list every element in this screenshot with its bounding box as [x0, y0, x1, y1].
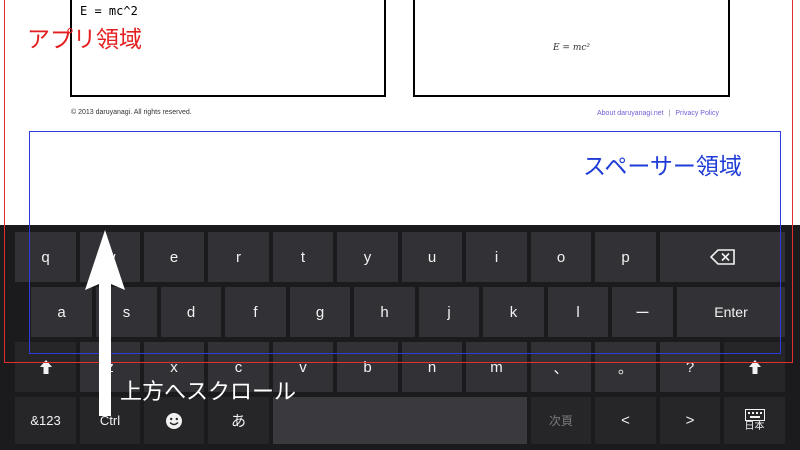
app-area-label: アプリ領域 — [27, 26, 142, 52]
numbers-symbols-key[interactable]: &123 — [15, 397, 76, 444]
spacer-area-label: スペーサー領域 — [583, 153, 742, 179]
left-arrow-key[interactable]: < — [595, 397, 656, 444]
chevron-left-icon: < — [621, 412, 630, 429]
scroll-up-label: 上方へスクロール — [120, 379, 297, 404]
smiley-icon — [166, 412, 182, 429]
language-key[interactable]: 日本 — [724, 397, 785, 444]
next-page-key[interactable]: 次頁 — [531, 397, 591, 444]
keyboard-icon — [744, 409, 765, 421]
space-key[interactable] — [273, 397, 527, 444]
right-arrow-key[interactable]: > — [660, 397, 720, 444]
chevron-right-icon: > — [685, 412, 695, 429]
